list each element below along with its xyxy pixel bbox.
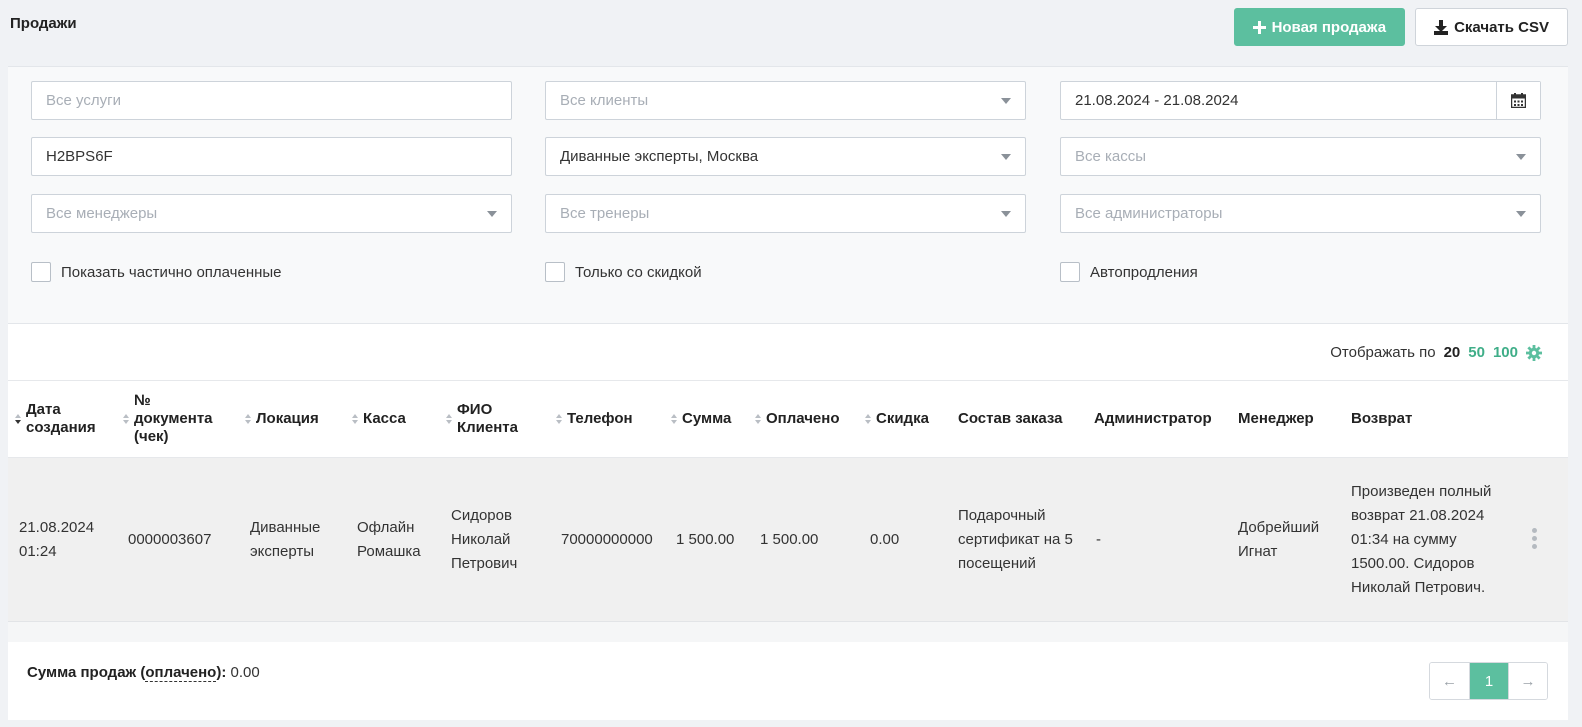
page-title: Продажи — [10, 15, 77, 32]
sort-icon — [865, 414, 871, 424]
col-cashbox[interactable]: Касса — [352, 381, 432, 457]
trainers-select[interactable]: Все тренеры — [545, 194, 1026, 233]
cell-paid: 1 500.00 — [760, 531, 819, 548]
calendar-icon — [1511, 93, 1526, 108]
checkbox-box[interactable] — [1060, 262, 1080, 282]
managers-placeholder: Все менеджеры — [46, 205, 158, 222]
col-doc[interactable]: № документа (чек) — [123, 381, 231, 457]
table-header: Дата создания № документа (чек) Локация … — [8, 380, 1568, 458]
per-page-selector: Отображать по 20 50 100 — [1330, 344, 1542, 361]
date-range-value: 21.08.2024 - 21.08.2024 — [1075, 92, 1239, 109]
chevron-down-icon — [1001, 154, 1011, 160]
cell-location: Диванные эксперты — [250, 519, 321, 560]
col-refund: Возврат — [1351, 410, 1413, 427]
col-location[interactable]: Локация — [245, 381, 340, 457]
col-order: Состав заказа — [958, 410, 1063, 427]
autorenew-label: Автопродления — [1090, 263, 1198, 281]
cell-created: 21.08.2024 01:24 — [19, 519, 95, 560]
admins-placeholder: Все администраторы — [1075, 205, 1223, 222]
sort-icon — [245, 414, 251, 424]
sales-total: Сумма продаж (оплачено): 0.00 — [27, 664, 260, 682]
pagination-prev[interactable]: ← — [1430, 663, 1469, 699]
code-value: H2BPS6F — [46, 148, 113, 165]
cell-phone: 70000000000 — [561, 531, 653, 548]
sort-icon — [352, 414, 358, 424]
row-menu-icon[interactable] — [1532, 528, 1537, 549]
services-input[interactable]: Все услуги — [31, 81, 512, 120]
checkbox-box[interactable] — [545, 262, 565, 282]
autorenew-checkbox[interactable]: Автопродления — [1060, 262, 1198, 282]
services-placeholder: Все услуги — [46, 92, 121, 109]
partial-paid-checkbox[interactable]: Показать частично оплаченные — [31, 262, 282, 282]
download-csv-button[interactable]: Скачать CSV — [1415, 8, 1568, 46]
table-row[interactable]: 21.08.2024 01:24 0000003607 Диванные экс… — [8, 458, 1568, 622]
pagination: ← 1 → — [1429, 662, 1548, 700]
sort-icon — [15, 414, 21, 424]
cell-admin: - — [1096, 531, 1101, 548]
calendar-button[interactable] — [1496, 82, 1540, 119]
top-actions: Новая продажа Скачать CSV — [1233, 8, 1568, 46]
col-created[interactable]: Дата создания — [15, 381, 115, 457]
cell-cashbox: Офлайн Ромашка — [357, 519, 421, 560]
trainers-placeholder: Все тренеры — [560, 205, 650, 222]
sort-icon — [671, 414, 677, 424]
chevron-down-icon — [1516, 154, 1526, 160]
sort-icon — [556, 414, 562, 424]
pagination-page[interactable]: 1 — [1469, 663, 1508, 699]
sales-total-value: 0.00 — [230, 664, 260, 681]
sort-icon — [446, 414, 452, 424]
checkbox-box[interactable] — [31, 262, 51, 282]
table-footer-strip — [8, 622, 1568, 642]
new-sale-label: Новая продажа — [1271, 18, 1387, 36]
per-page-option-100[interactable]: 100 — [1493, 344, 1518, 361]
col-manager: Менеджер — [1238, 410, 1314, 427]
cell-client: Сидоров Николай Петрович — [451, 507, 518, 572]
clients-placeholder: Все клиенты — [560, 92, 649, 109]
cell-order: Подарочный сертификат на 5 посещений — [958, 507, 1073, 572]
cell-manager: Добрейший Игнат — [1238, 519, 1320, 560]
per-page-current: 20 — [1443, 344, 1461, 361]
chevron-down-icon — [1516, 211, 1526, 217]
date-range-input[interactable]: 21.08.2024 - 21.08.2024 — [1060, 81, 1541, 120]
filters-panel: Все услуги Все клиенты 21.08.2024 - 21.0… — [8, 66, 1568, 324]
gear-icon[interactable] — [1526, 344, 1542, 361]
col-client[interactable]: ФИО Клиента — [446, 381, 531, 457]
sort-icon — [123, 414, 129, 424]
cell-discount: 0.00 — [870, 531, 900, 548]
cell-sum: 1 500.00 — [676, 531, 735, 548]
download-csv-label: Скачать CSV — [1454, 18, 1549, 36]
code-input[interactable]: H2BPS6F — [31, 137, 512, 176]
partial-paid-label: Показать частично оплаченные — [61, 263, 282, 281]
cell-refund: Произведен полный возврат 21.08.2024 01:… — [1351, 483, 1492, 596]
sales-table-panel: Отображать по 20 50 100 Дата создания № … — [8, 324, 1568, 720]
col-sum[interactable]: Сумма — [671, 381, 751, 457]
col-discount[interactable]: Скидка — [865, 381, 955, 457]
admins-select[interactable]: Все администраторы — [1060, 194, 1541, 233]
col-paid[interactable]: Оплачено — [755, 381, 855, 457]
col-phone[interactable]: Телефон — [556, 381, 656, 457]
cashbox-placeholder: Все кассы — [1075, 148, 1147, 165]
managers-select[interactable]: Все менеджеры — [31, 194, 512, 233]
plus-icon — [1252, 20, 1266, 34]
chevron-down-icon — [487, 211, 497, 217]
location-select[interactable]: Диванные эксперты, Москва — [545, 137, 1026, 176]
per-page-label: Отображать по — [1330, 344, 1436, 361]
cell-doc: 0000003607 — [128, 531, 212, 548]
location-value: Диванные эксперты, Москва — [560, 148, 759, 165]
per-page-option-50[interactable]: 50 — [1468, 344, 1485, 361]
chevron-down-icon — [1001, 98, 1011, 104]
download-icon — [1434, 19, 1449, 35]
discount-only-checkbox[interactable]: Только со скидкой — [545, 262, 702, 282]
sort-icon — [755, 414, 761, 424]
col-admin: Администратор — [1094, 410, 1212, 427]
clients-select[interactable]: Все клиенты — [545, 81, 1026, 120]
paid-tooltip-link[interactable]: оплачено — [145, 664, 217, 682]
discount-only-label: Только со скидкой — [575, 263, 702, 281]
pagination-next[interactable]: → — [1508, 663, 1547, 699]
new-sale-button[interactable]: Новая продажа — [1233, 8, 1406, 46]
cashbox-select[interactable]: Все кассы — [1060, 137, 1541, 176]
chevron-down-icon — [1001, 211, 1011, 217]
